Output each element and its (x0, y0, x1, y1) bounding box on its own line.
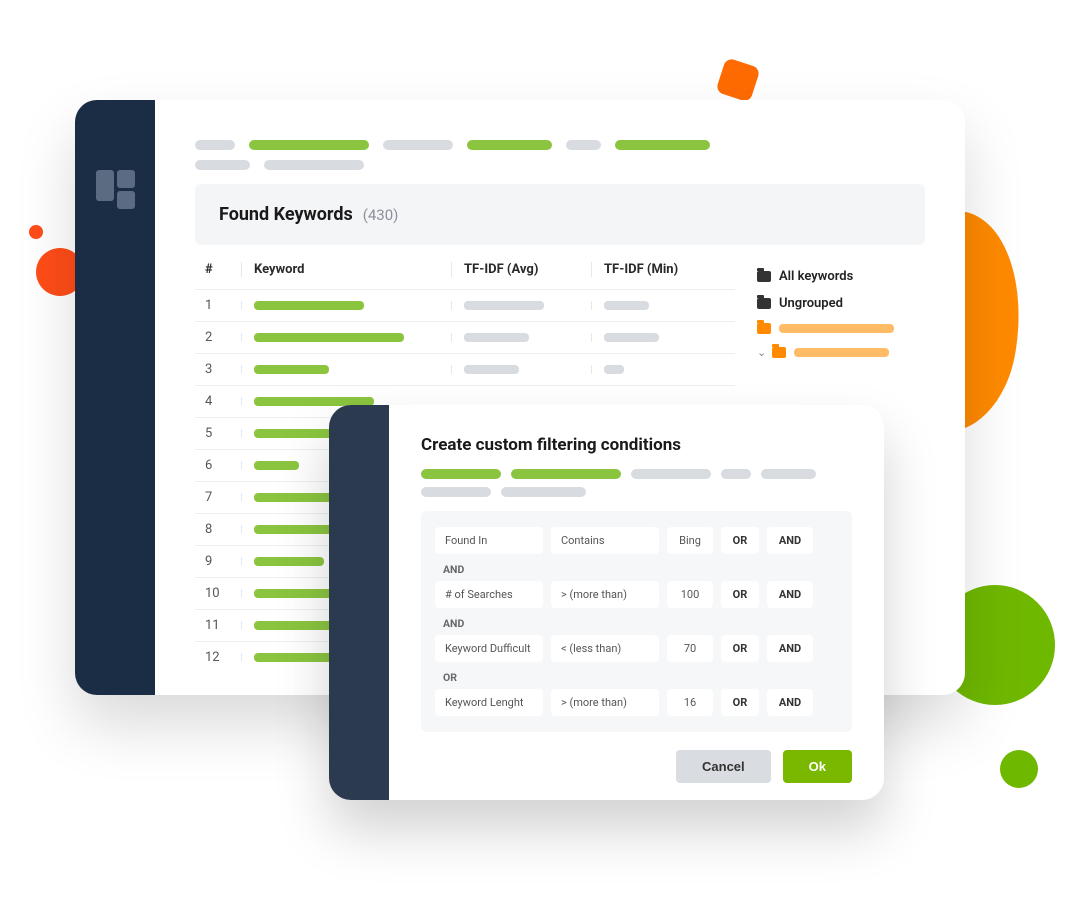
filter-row: Keyword Lenght > (more than) 16 OR AND (435, 689, 838, 716)
and-button[interactable]: AND (767, 527, 813, 554)
avg-bar (464, 301, 544, 310)
group-custom-2[interactable]: ⌄ (757, 346, 925, 359)
dialog-pills-2 (421, 487, 852, 497)
folder-icon (772, 347, 786, 358)
min-bar (604, 365, 624, 374)
row-index: 4 (201, 394, 241, 409)
dialog-pills-1 (421, 469, 852, 479)
row-index: 7 (201, 490, 241, 505)
group-label: All keywords (779, 269, 853, 284)
folder-icon (757, 298, 771, 309)
panel-title-text: Found Keywords (219, 204, 353, 225)
keyword-bar (254, 301, 364, 310)
keyword-bar (254, 557, 324, 566)
row-conjunction: AND (435, 558, 838, 577)
row-index: 11 (201, 618, 241, 633)
min-bar (604, 333, 659, 342)
filter-value[interactable]: 16 (667, 689, 713, 716)
filter-conditions: Found InContainsBingORANDAND# of Searche… (421, 511, 852, 732)
table-row[interactable]: 2 (195, 321, 735, 353)
filter-field[interactable]: # of Searches (435, 581, 543, 608)
row-index: 2 (201, 330, 241, 345)
app-sidebar (75, 100, 155, 695)
panel-title: Found Keywords (430) (219, 204, 901, 225)
group-custom-1[interactable] (757, 323, 925, 334)
filter-value[interactable]: Bing (667, 527, 713, 554)
decor-green-circle-small (1000, 750, 1038, 788)
filter-dialog: Create custom filtering conditions Found… (329, 405, 884, 800)
row-conjunction: AND (435, 612, 838, 631)
filter-field[interactable]: Keyword Lenght (435, 689, 543, 716)
found-keywords-panel: Found Keywords (430) (195, 184, 925, 245)
or-button[interactable]: OR (721, 635, 759, 662)
or-button[interactable]: OR (721, 689, 759, 716)
filter-row: # of Searches > (more than) 100 OR AND (435, 581, 838, 608)
row-index: 8 (201, 522, 241, 537)
filter-field[interactable]: Found In (435, 527, 543, 554)
table-row[interactable]: 1 (195, 289, 735, 321)
and-button[interactable]: AND (767, 689, 813, 716)
filter-row: Found In Contains Bing OR AND (435, 527, 838, 554)
group-ungrouped[interactable]: Ungrouped (757, 296, 925, 311)
avg-bar (464, 333, 529, 342)
row-index: 3 (201, 362, 241, 377)
keyword-bar (254, 461, 299, 470)
decor-red-dot (29, 225, 43, 239)
filter-value[interactable]: 70 (667, 635, 713, 662)
group-all-keywords[interactable]: All keywords (757, 269, 925, 284)
filter-field[interactable]: Keyword Dufficult (435, 635, 543, 662)
folder-icon (757, 323, 771, 334)
col-min[interactable]: TF-IDF (Min) (591, 262, 701, 277)
col-index: # (201, 262, 241, 277)
filter-operator[interactable]: Contains (551, 527, 659, 554)
row-index: 10 (201, 586, 241, 601)
filter-operator[interactable]: > (more than) (551, 689, 659, 716)
row-index: 6 (201, 458, 241, 473)
keyword-bar (254, 429, 339, 438)
row-index: 5 (201, 426, 241, 441)
col-keyword[interactable]: Keyword (241, 262, 451, 277)
breadcrumb-row (195, 140, 925, 150)
row-index: 12 (201, 650, 241, 665)
dialog-body: Create custom filtering conditions Found… (389, 405, 884, 800)
row-index: 1 (201, 298, 241, 313)
decor-orange-square (715, 57, 760, 102)
panel-count: (430) (363, 206, 399, 224)
and-button[interactable]: AND (767, 635, 813, 662)
row-conjunction: OR (435, 666, 838, 685)
keyword-bar (254, 365, 329, 374)
breadcrumb-row-2 (195, 160, 925, 170)
table-header: # Keyword TF-IDF (Avg) TF-IDF (Min) (195, 249, 735, 289)
group-bar (779, 324, 894, 333)
ok-button[interactable]: Ok (783, 750, 852, 783)
dialog-title: Create custom filtering conditions (421, 435, 852, 455)
min-bar (604, 301, 649, 310)
dashboard-icon[interactable] (96, 170, 135, 209)
folder-icon (757, 271, 771, 282)
or-button[interactable]: OR (721, 581, 759, 608)
filter-value[interactable]: 100 (667, 581, 713, 608)
chevron-down-icon: ⌄ (757, 346, 766, 359)
keyword-bar (254, 333, 404, 342)
table-row[interactable]: 3 (195, 353, 735, 385)
filter-operator[interactable]: < (less than) (551, 635, 659, 662)
filter-operator[interactable]: > (more than) (551, 581, 659, 608)
group-bar (794, 348, 889, 357)
col-avg[interactable]: TF-IDF (Avg) (451, 262, 591, 277)
group-label: Ungrouped (779, 296, 843, 311)
avg-bar (464, 365, 519, 374)
row-index: 9 (201, 554, 241, 569)
filter-row: Keyword Dufficult < (less than) 70 OR AND (435, 635, 838, 662)
and-button[interactable]: AND (767, 581, 813, 608)
or-button[interactable]: OR (721, 527, 759, 554)
dialog-sidebar (329, 405, 389, 800)
dialog-actions: Cancel Ok (421, 732, 852, 783)
cancel-button[interactable]: Cancel (676, 750, 771, 783)
